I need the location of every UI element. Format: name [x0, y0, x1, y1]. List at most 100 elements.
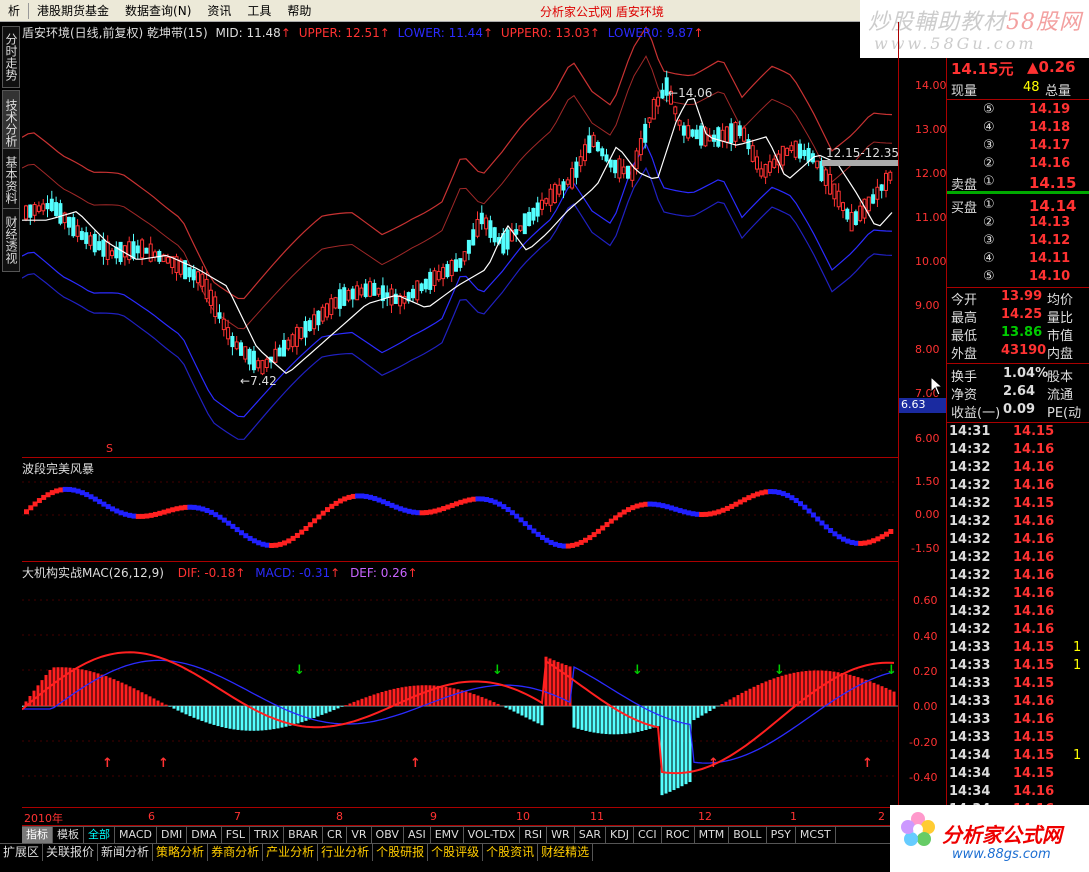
- indicator-tab-bar: 指标 模板 全部 MACD DMI DMA FSL TRIX BRAR CR VR OBV ASI EMV…: [22, 826, 898, 843]
- menu-item-news[interactable]: 资讯: [199, 2, 239, 19]
- macd-bar: [280, 706, 284, 728]
- tab-indicator-vr[interactable]: VR: [347, 827, 372, 843]
- wave-dot: [879, 534, 885, 540]
- tick-price: 14.16: [1013, 442, 1055, 457]
- tab-indicator-cr[interactable]: CR: [323, 827, 348, 843]
- tab-indicator-sar[interactable]: SAR: [575, 827, 607, 843]
- candle-body: [71, 217, 76, 237]
- tab-indicator-指标[interactable]: 指标: [22, 827, 53, 843]
- macd-bar: [260, 706, 264, 731]
- candle-body: [565, 179, 570, 185]
- macd-bar: [536, 706, 540, 724]
- wave-dot: [183, 504, 189, 510]
- tick-volume: 1: [1073, 658, 1082, 673]
- wave-dot: [454, 501, 459, 507]
- tab-indicator-fsl[interactable]: FSL: [222, 827, 250, 843]
- tab-indicator-trix[interactable]: TRIX: [250, 827, 285, 843]
- ask-price: 14.16: [1029, 156, 1071, 171]
- tab-function[interactable]: 产业分析: [263, 844, 319, 861]
- tab-function[interactable]: 个股资讯: [483, 844, 539, 861]
- wave-dot: [806, 508, 812, 514]
- candle-body: [445, 264, 450, 278]
- menu-item-tools[interactable]: 工具: [239, 2, 279, 19]
- wave-dot: [28, 505, 34, 511]
- macd-bar: [712, 706, 716, 709]
- tab-function[interactable]: 个股研报: [373, 844, 429, 861]
- tab-indicator-boll[interactable]: BOLL: [729, 827, 767, 843]
- tab-indicator-asi[interactable]: ASI: [404, 827, 431, 843]
- stat-label: 最低: [951, 329, 978, 344]
- macd-bar: [244, 706, 248, 731]
- tab-function[interactable]: 关联报价: [43, 844, 99, 861]
- tab-indicator-brar[interactable]: BRAR: [284, 827, 324, 843]
- candle-body: [92, 233, 97, 253]
- bid-level: ①: [983, 197, 995, 212]
- macd-bar: [440, 686, 444, 706]
- x-axis-label: 12: [698, 810, 712, 823]
- arrow-up-icon: ↑: [482, 26, 494, 40]
- annotation-low: ←7.42: [240, 374, 277, 388]
- tab-function[interactable]: 新闻分析: [98, 844, 154, 861]
- tab-indicator-psy[interactable]: PSY: [767, 827, 796, 843]
- tab-indicator-mcst[interactable]: MCST: [796, 827, 836, 843]
- tab-function[interactable]: 策略分析: [153, 844, 209, 861]
- tab-indicator-roc[interactable]: ROC: [662, 827, 695, 843]
- macd-bar: [188, 706, 192, 717]
- menu-item-hk-futures[interactable]: 港股期货基金: [29, 2, 117, 19]
- macd-bar: [772, 678, 776, 706]
- wave-dot: [819, 520, 825, 526]
- range-bar: [822, 160, 898, 166]
- tab-function[interactable]: 扩展区: [0, 844, 44, 861]
- tab-indicator-dma[interactable]: DMA: [187, 827, 222, 843]
- tab-function[interactable]: 券商分析: [208, 844, 264, 861]
- wave-dot: [694, 511, 700, 517]
- wave-dot: [828, 528, 834, 534]
- tick-time: 14:33: [949, 694, 991, 709]
- tab-finance[interactable]: 财经透视: [2, 208, 20, 272]
- candle-body: [372, 282, 377, 296]
- kline-panel[interactable]: 盾安环境(日线,前复权) 乾坤带(15) MID: 11.48↑ UPPER: …: [22, 22, 899, 458]
- tab-intraday[interactable]: 分时走势: [2, 26, 20, 88]
- tab-function[interactable]: 个股评级: [428, 844, 484, 861]
- tab-indicator-mtm[interactable]: MTM: [695, 827, 730, 843]
- tab-technical[interactable]: 技术分析: [2, 90, 20, 156]
- wave-dot: [884, 531, 889, 537]
- tick-time: 14:32: [949, 478, 991, 493]
- menu-item-data-query[interactable]: 数据查询(N): [117, 2, 199, 19]
- tab-indicator-kdj[interactable]: KDJ: [606, 827, 634, 843]
- wave-dot: [793, 497, 799, 503]
- wave-panel[interactable]: 波段完美风暴: [22, 458, 898, 562]
- tab-indicator-vol-tdx[interactable]: VOL-TDX: [464, 827, 521, 843]
- tab-profile[interactable]: 基本资料: [2, 148, 20, 212]
- tab-function[interactable]: 财经精选: [538, 844, 594, 861]
- tab-indicator-模板[interactable]: 模板: [53, 827, 84, 843]
- menu-item-analysis[interactable]: 析: [0, 2, 28, 19]
- wave-dot: [462, 498, 468, 504]
- tab-indicator-obv[interactable]: OBV: [372, 827, 404, 843]
- wave-dot: [492, 499, 498, 505]
- candle-body: [264, 358, 269, 369]
- candle-body: [32, 204, 37, 216]
- wave-dot: [681, 509, 687, 515]
- macd-bar: [496, 703, 500, 706]
- tab-indicator-emv[interactable]: EMV: [431, 827, 464, 843]
- arrow-up-icon: ↑: [407, 566, 418, 580]
- tab-indicator-rsi[interactable]: RSI: [520, 827, 548, 843]
- menu-item-help[interactable]: 帮助: [279, 2, 319, 19]
- candle-body: [234, 341, 239, 350]
- wave-dot: [32, 501, 38, 507]
- tab-indicator-cci[interactable]: CCI: [634, 827, 662, 843]
- fund-row: 换手 1.04% 股本: [947, 366, 1089, 385]
- macd-bar: [760, 683, 764, 706]
- tab-indicator-全部[interactable]: 全部: [84, 827, 115, 843]
- tab-indicator-macd[interactable]: MACD: [115, 827, 157, 843]
- tab-function[interactable]: 行业分析: [318, 844, 374, 861]
- tab-indicator-wr[interactable]: WR: [547, 827, 575, 843]
- macd-panel[interactable]: ↑ ↑ ↓ ↑ ↓ ↓ ↑ ↓ ↑ ↓ 大机构实战MAC(26,12,9) DIF: -0.18↑…: [22, 562, 898, 808]
- candle-body: [591, 134, 596, 148]
- tab-indicator-dmi[interactable]: DMI: [157, 827, 188, 843]
- wave-dot: [471, 496, 477, 502]
- macd-bar: [308, 706, 312, 720]
- candle-body: [686, 125, 691, 139]
- wave-dot: [540, 535, 545, 541]
